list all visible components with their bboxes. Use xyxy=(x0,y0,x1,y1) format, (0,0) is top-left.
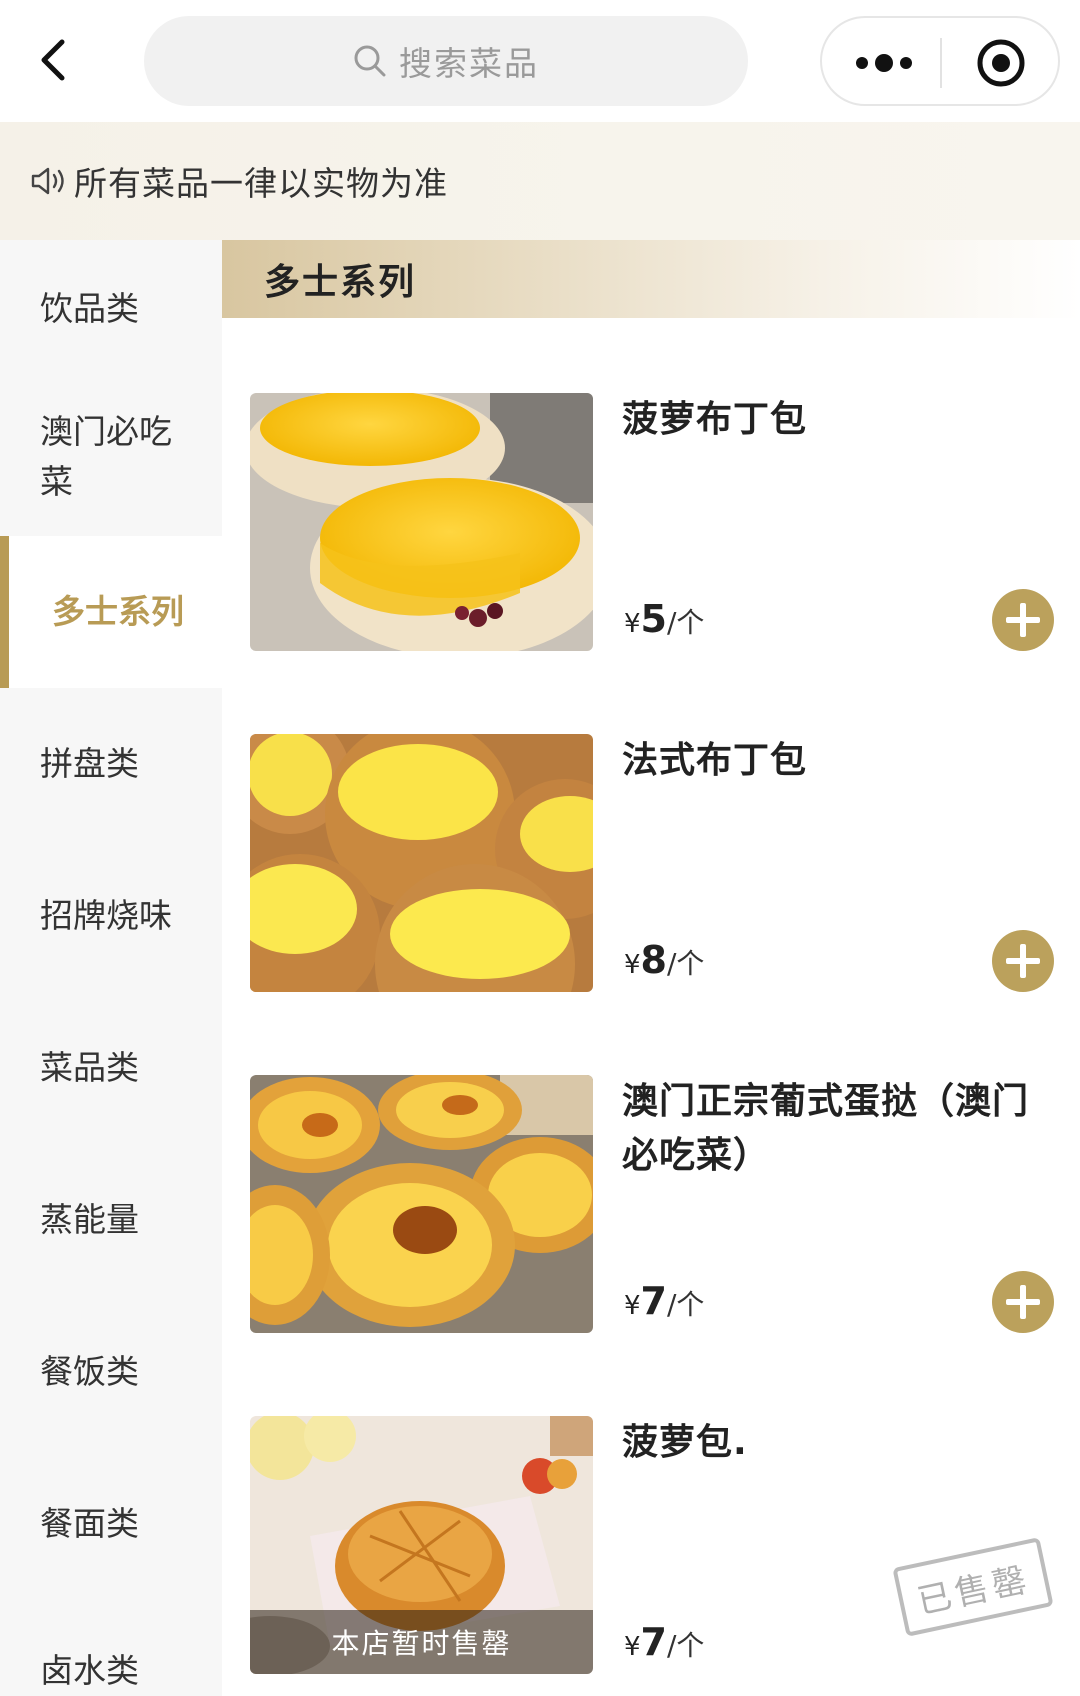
product-name: 法式布丁包 xyxy=(622,740,808,781)
capsule-divider xyxy=(940,38,942,88)
speaker-icon xyxy=(31,167,64,195)
price-currency: ¥ xyxy=(624,1291,641,1321)
sidebar-item-rice[interactable]: 餐饭类 xyxy=(0,1296,222,1448)
price-unit: /个 xyxy=(667,1629,705,1662)
sidebar-item-label: 餐饭类 xyxy=(40,1352,139,1391)
sidebar-item-label: 餐面类 xyxy=(40,1504,139,1543)
more-button[interactable] xyxy=(848,43,920,83)
mini-program-capsule xyxy=(820,16,1060,106)
more-dots-icon xyxy=(900,57,912,69)
sidebar-item-label: 饮品类 xyxy=(40,289,139,328)
sidebar-item-steamed[interactable]: 蒸能量 xyxy=(0,1144,222,1296)
price-unit: /个 xyxy=(667,947,705,980)
price-unit: /个 xyxy=(667,1288,705,1321)
more-dots-icon xyxy=(856,57,868,69)
product-image xyxy=(250,393,593,651)
product-name: 菠萝包. xyxy=(622,1422,748,1463)
product-image xyxy=(250,1075,593,1333)
price-unit: /个 xyxy=(667,606,705,639)
search-icon xyxy=(354,45,386,77)
sidebar-item-braised[interactable]: 卤水类 xyxy=(0,1600,222,1696)
sidebar-item-label: 澳门必吃菜 xyxy=(40,412,172,501)
price-value: 5 xyxy=(640,597,667,641)
product-card[interactable]: 法式布丁包 ¥8/个 xyxy=(222,734,1080,1014)
sidebar-item-macau-musts[interactable]: 澳门必吃菜 xyxy=(0,378,222,536)
chevron-left-icon xyxy=(41,39,65,81)
back-button[interactable] xyxy=(28,30,76,90)
sidebar-item-platters[interactable]: 拼盘类 xyxy=(0,688,222,840)
price-currency: ¥ xyxy=(624,609,641,639)
add-to-cart-button[interactable] xyxy=(992,930,1054,992)
sidebar-item-label: 多士系列 xyxy=(52,592,184,631)
product-name: 菠萝布丁包 xyxy=(622,399,808,440)
sidebar-item-label: 招牌烧味 xyxy=(40,896,172,935)
notice-text: 所有菜品一律以实物为准 xyxy=(74,164,448,203)
sidebar-item-drinks[interactable]: 饮品类 xyxy=(0,240,222,378)
product-image: 本店暂时售罄 xyxy=(250,1416,593,1674)
category-sidebar: 饮品类 澳门必吃菜 多士系列 拼盘类 招牌烧味 菜品类 蒸能量 餐饭类 餐面类 … xyxy=(0,240,222,1696)
notice-bar: 所有菜品一律以实物为准 xyxy=(0,122,1080,240)
product-price: ¥8/个 xyxy=(624,938,704,982)
product-price: ¥5/个 xyxy=(624,597,704,641)
price-value: 7 xyxy=(640,1620,667,1664)
product-price: ¥7/个 xyxy=(624,1279,704,1323)
category-header: 多士系列 xyxy=(222,240,1080,318)
product-image xyxy=(250,734,593,992)
product-card[interactable]: 菠萝布丁包 ¥5/个 xyxy=(222,393,1080,673)
product-price: ¥7/个 xyxy=(624,1620,704,1664)
add-to-cart-button[interactable] xyxy=(992,1271,1054,1333)
sidebar-item-noodles[interactable]: 餐面类 xyxy=(0,1448,222,1600)
sidebar-item-dishes[interactable]: 菜品类 xyxy=(0,992,222,1144)
more-dots-icon xyxy=(875,54,893,72)
sidebar-item-label: 菜品类 xyxy=(40,1048,139,1087)
price-value: 8 xyxy=(640,938,667,982)
product-card[interactable]: 澳门正宗葡式蛋挞（澳门必吃菜） ¥7/个 xyxy=(222,1075,1080,1355)
search-input[interactable]: 搜索菜品 xyxy=(144,16,748,106)
sidebar-item-toast-series[interactable]: 多士系列 xyxy=(0,536,222,688)
top-bar: 搜索菜品 xyxy=(0,0,1080,122)
category-title: 多士系列 xyxy=(264,262,417,303)
sidebar-item-label: 卤水类 xyxy=(40,1651,139,1690)
price-currency: ¥ xyxy=(624,950,641,980)
search-placeholder: 搜索菜品 xyxy=(399,44,539,83)
price-currency: ¥ xyxy=(624,1632,641,1662)
sidebar-item-label: 拼盘类 xyxy=(40,744,139,783)
sidebar-item-roast-meats[interactable]: 招牌烧味 xyxy=(0,840,222,992)
product-name: 澳门正宗葡式蛋挞（澳门必吃菜） xyxy=(622,1081,1030,1176)
add-to-cart-button[interactable] xyxy=(992,589,1054,651)
sold-out-label: 本店暂时售罄 xyxy=(250,1610,593,1674)
target-icon[interactable] xyxy=(975,37,1027,89)
sidebar-item-label: 蒸能量 xyxy=(40,1200,139,1239)
price-value: 7 xyxy=(640,1279,667,1323)
